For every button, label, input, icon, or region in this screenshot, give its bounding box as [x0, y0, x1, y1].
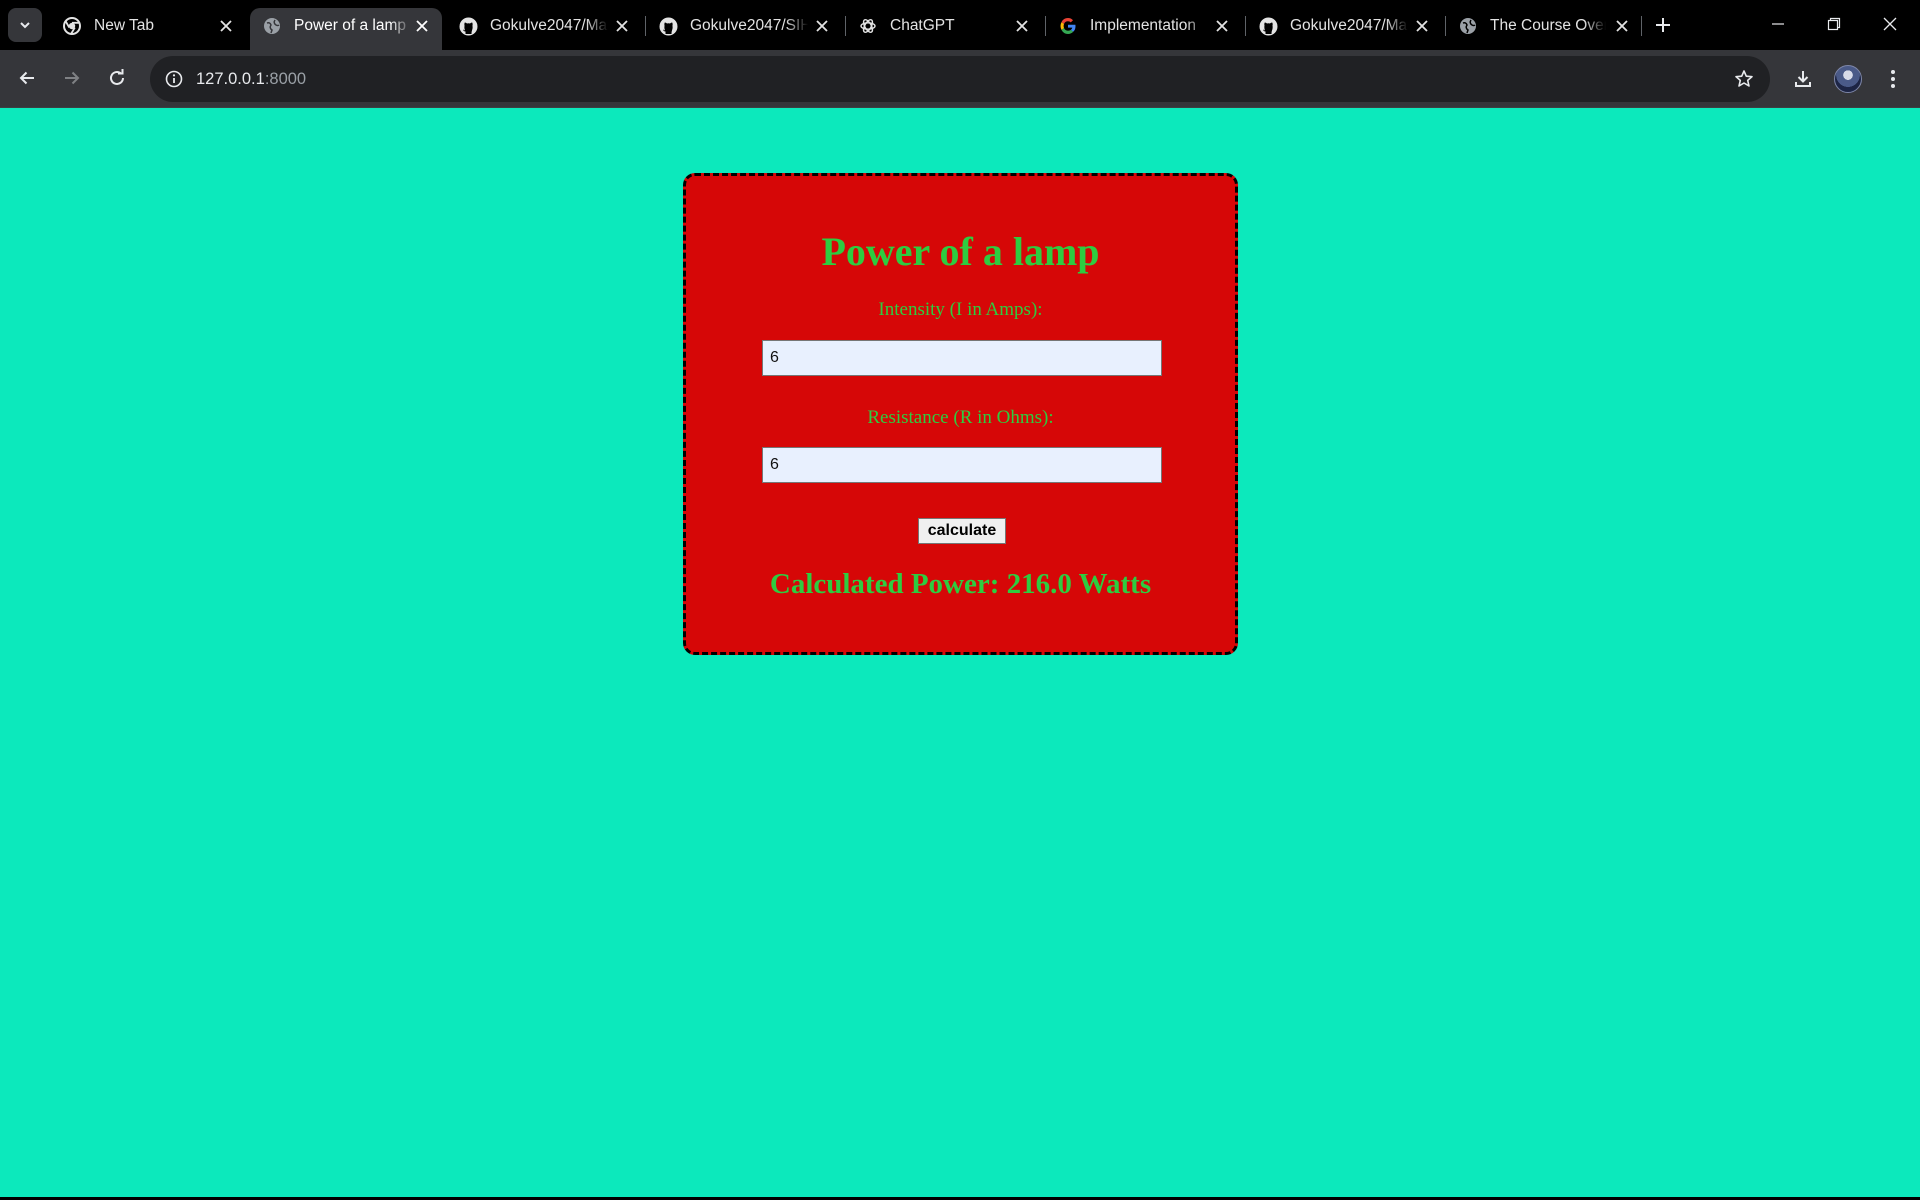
site-info-icon[interactable]: [162, 67, 186, 91]
close-icon[interactable]: [412, 16, 432, 36]
tab-github-sih[interactable]: Gokulve2047/SIH: [646, 8, 842, 50]
resistance-input[interactable]: [762, 447, 1162, 483]
chrome-icon: [62, 16, 82, 36]
arrow-right-icon: [65, 71, 80, 85]
tab-title: Gokulve2047/SIH: [690, 16, 808, 36]
globe-icon: [262, 16, 282, 36]
close-icon[interactable]: [812, 16, 832, 36]
close-icon[interactable]: [612, 16, 632, 36]
restore-icon: [1827, 17, 1841, 31]
minimize-button[interactable]: [1750, 0, 1806, 48]
address-bar[interactable]: 127.0.0.1:8000: [150, 56, 1770, 102]
github-icon: [1258, 16, 1278, 36]
close-window-button[interactable]: [1862, 0, 1918, 48]
chatgpt-icon: [858, 16, 878, 36]
close-icon: [1883, 17, 1897, 31]
browser-toolbar: 127.0.0.1:8000: [0, 50, 1920, 108]
google-icon: [1058, 16, 1078, 36]
reload-button[interactable]: [102, 63, 132, 93]
calculate-button[interactable]: calculate: [918, 518, 1006, 544]
arrow-left-icon: [19, 71, 34, 85]
downloads-button[interactable]: [1788, 64, 1818, 94]
close-icon[interactable]: [216, 16, 236, 36]
back-button[interactable]: [12, 63, 42, 93]
tab-title: New Tab: [94, 16, 214, 36]
page-title: Power of a lamp: [821, 229, 1100, 274]
tab-implementation[interactable]: Implementation: [1046, 8, 1242, 50]
calculated-power-result: Calculated Power: 216.0 Watts: [769, 568, 1152, 600]
power-calculator-card: Power of a lamp Intensity (I in Amps): R…: [683, 173, 1238, 655]
new-tab-button[interactable]: [1652, 12, 1674, 38]
github-icon: [658, 16, 678, 36]
tab-separator: [1641, 16, 1642, 36]
bookmark-star-icon[interactable]: [1732, 67, 1756, 91]
tab-title: ChatGPT: [890, 16, 1008, 36]
more-vert-icon: [1891, 70, 1895, 88]
plus-icon: [1656, 18, 1670, 32]
chevron-down-icon: [20, 22, 30, 29]
tab-new-tab[interactable]: New Tab: [50, 8, 246, 50]
github-icon: [458, 16, 478, 36]
tab-course-overview[interactable]: The Course Over: [1446, 8, 1642, 50]
profile-avatar[interactable]: [1834, 65, 1862, 93]
tab-title: Implementation: [1090, 16, 1208, 36]
tab-title: Power of a lamp: [294, 16, 412, 36]
download-icon: [1795, 71, 1811, 87]
url-host: 127.0.0.1: [196, 70, 265, 88]
intensity-input[interactable]: [762, 340, 1162, 376]
resistance-label: Resistance (R in Ohms):: [867, 407, 1054, 428]
menu-button[interactable]: [1878, 64, 1908, 94]
minimize-icon: [1772, 23, 1784, 25]
tab-strip: New Tab Power of a lamp Gokulve2047/Ma G…: [0, 0, 1920, 50]
tab-title: Gokulve2047/Ma: [1290, 16, 1408, 36]
tab-github-ma-2[interactable]: Gokulve2047/Ma: [1246, 8, 1442, 50]
close-icon[interactable]: [1612, 16, 1632, 36]
reload-icon: [110, 69, 124, 85]
tab-chatgpt[interactable]: ChatGPT: [846, 8, 1042, 50]
restore-button[interactable]: [1806, 0, 1862, 48]
tab-github-ma[interactable]: Gokulve2047/Ma: [446, 8, 642, 50]
url-text[interactable]: 127.0.0.1:8000: [196, 69, 306, 89]
tab-title: The Course Over: [1490, 16, 1606, 36]
url-port: :8000: [264, 70, 307, 88]
tab-search-button[interactable]: [8, 8, 42, 42]
forward-button[interactable]: [57, 63, 87, 93]
close-icon[interactable]: [1412, 16, 1432, 36]
tab-title: Gokulve2047/Ma: [490, 16, 608, 36]
intensity-label: Intensity (I in Amps):: [878, 299, 1043, 320]
tab-power-of-a-lamp[interactable]: Power of a lamp: [250, 8, 442, 50]
page-content: Power of a lamp Intensity (I in Amps): R…: [0, 109, 1920, 1198]
globe-icon: [1458, 16, 1478, 36]
close-icon[interactable]: [1212, 16, 1232, 36]
close-icon[interactable]: [1012, 16, 1032, 36]
